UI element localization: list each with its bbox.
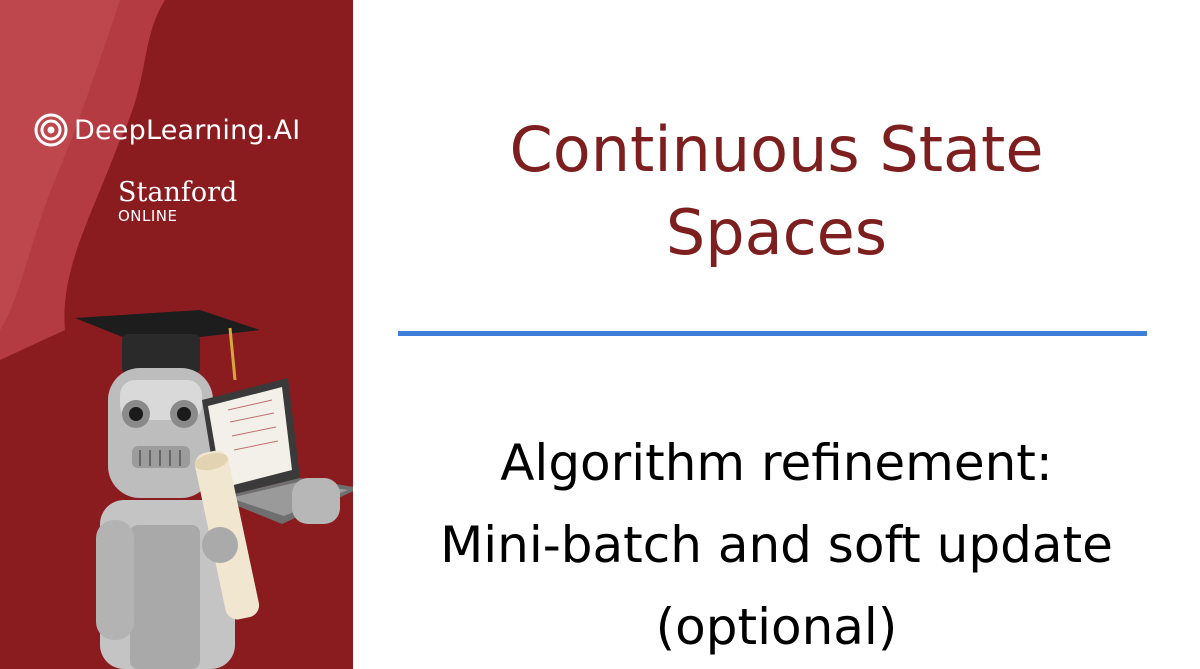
deeplearning-logo-icon bbox=[34, 113, 68, 147]
title-divider bbox=[398, 331, 1147, 336]
slide-subtitle: Algorithm refinement: Mini-batch and sof… bbox=[353, 422, 1200, 668]
stanford-online-logo: Stanford ONLINE bbox=[118, 177, 238, 225]
slide-subtitle-line2: Mini-batch and soft update bbox=[440, 516, 1113, 574]
slide-subtitle-line3: (optional) bbox=[655, 598, 898, 656]
deeplearning-logo-text: DeepLearning.AI bbox=[74, 114, 301, 146]
slide-subtitle-line1: Algorithm refinement: bbox=[500, 434, 1053, 492]
slide-title-line1: Continuous State bbox=[509, 113, 1044, 186]
deeplearning-logo: DeepLearning.AI bbox=[34, 113, 300, 147]
stanford-name: Stanford bbox=[118, 177, 238, 208]
stanford-online-label: ONLINE bbox=[118, 207, 178, 225]
brand-sidebar: DeepLearning.AI Stanford ONLINE bbox=[0, 0, 353, 669]
robot-graduate-illustration bbox=[75, 310, 353, 669]
slide-title: Continuous State Spaces bbox=[353, 108, 1200, 274]
slide-title-line2: Spaces bbox=[665, 196, 888, 269]
